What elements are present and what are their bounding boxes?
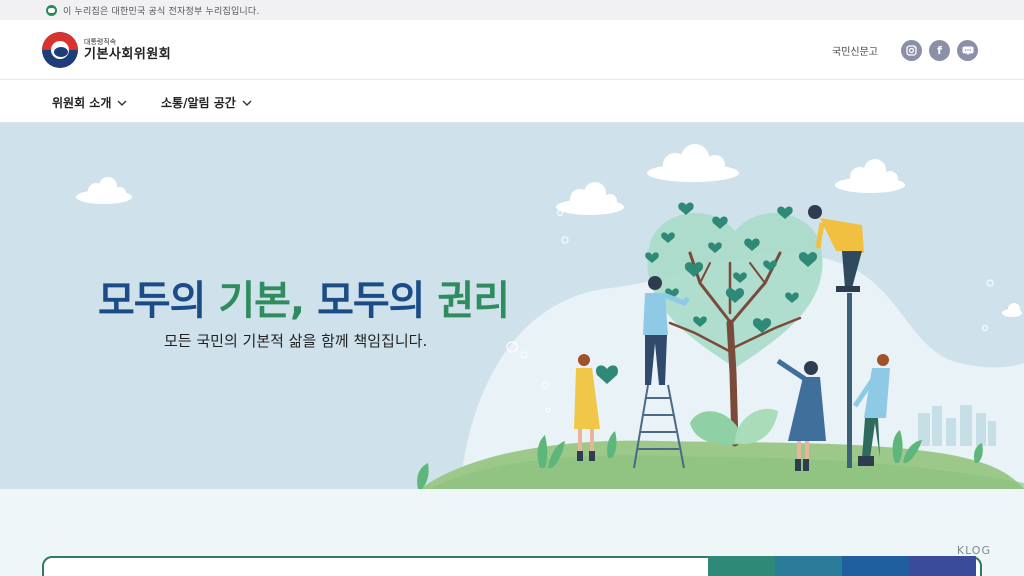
- panel-tab[interactable]: [708, 556, 775, 576]
- nav-item-label: 위원회 소개: [52, 96, 112, 110]
- instagram-icon[interactable]: [901, 40, 922, 61]
- hero-banner: 모두의 기본, 모두의 권리 모든 국민의 기본적 삶을 함께 책임집니다.: [0, 123, 1024, 489]
- logo-subtitle: 대통령직속: [84, 37, 117, 46]
- panel-tab[interactable]: [842, 556, 909, 576]
- nav-item-communication[interactable]: 소통/알림 공간: [161, 94, 252, 111]
- panel-tab[interactable]: [775, 556, 842, 576]
- gov-banner-text: 이 누리집은 대한민국 공식 전자정부 누리집입니다.: [63, 6, 260, 17]
- watermark-text: KLOG: [956, 544, 991, 557]
- korea-flag-icon: [46, 4, 57, 16]
- nav-item-label: 소통/알림 공간: [161, 96, 236, 110]
- hero-title-part3: 모두의: [317, 278, 438, 324]
- hero-title-part1: 모두의: [98, 278, 219, 324]
- hero-title-part2: 기본,: [218, 278, 318, 324]
- facebook-icon[interactable]: f: [929, 40, 950, 61]
- gov-banner: 이 누리집은 대한민국 공식 전자정부 누리집입니다.: [0, 0, 1024, 20]
- taegeuk-logo-icon: [42, 32, 78, 68]
- blog-icon[interactable]: [957, 40, 978, 61]
- nav-item-committee-intro[interactable]: 위원회 소개: [52, 94, 127, 111]
- hero-subtitle: 모든 국민의 기본적 삶을 함께 책임집니다.: [164, 332, 428, 350]
- logo-title: 기본사회위원회: [84, 46, 172, 62]
- panel-tab[interactable]: [909, 556, 976, 576]
- main-nav: 위원회 소개 소통/알림 공간: [0, 81, 1024, 123]
- hero-title: 모두의 기본, 모두의 권리: [98, 268, 510, 326]
- site-logo[interactable]: 대통령직속 기본사회위원회: [42, 32, 171, 68]
- panel-tab-strip: [708, 556, 976, 576]
- petition-link[interactable]: 국민신문고: [832, 43, 878, 58]
- chevron-down-icon: [242, 100, 252, 106]
- chevron-down-icon: [117, 100, 127, 106]
- site-header: 대통령직속 기본사회위원회 국민신문고 f: [0, 20, 1024, 80]
- hero-title-part4: 권리: [437, 278, 510, 324]
